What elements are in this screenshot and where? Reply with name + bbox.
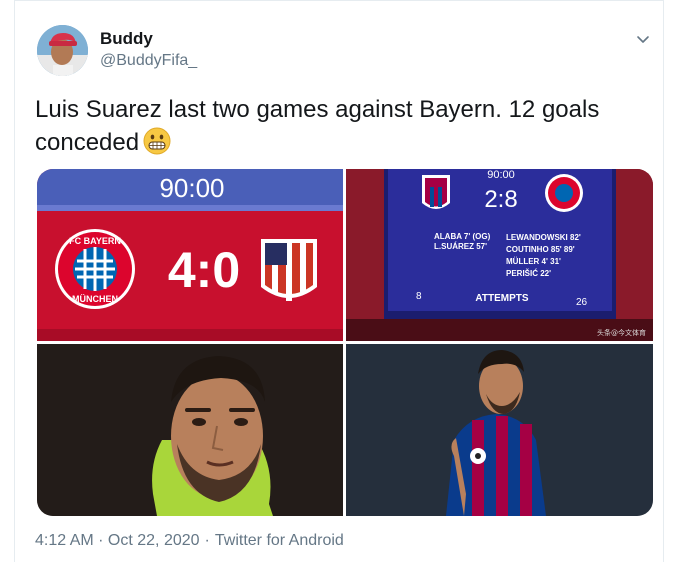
photo-scoreboard-4-0[interactable]: 90:00 FC BAYERN MÜNCHEN 4:0 xyxy=(37,169,343,341)
display-name[interactable]: Buddy xyxy=(100,29,153,49)
tweet-text-content: Luis Suarez last two games against Bayer… xyxy=(35,96,600,156)
score-label-1: 4:0 xyxy=(168,242,240,298)
score-label-2: 2:8 xyxy=(484,186,517,213)
away-scorer-4: PERIŠIĆ 22' xyxy=(506,269,551,278)
away-scorer-2: COUTINHO 85' 89' xyxy=(506,245,575,254)
avatar[interactable] xyxy=(37,25,88,76)
away-scorer-1: LEWANDOWSKI 82' xyxy=(506,233,581,242)
tweet-source-link[interactable]: Twitter for Android xyxy=(215,532,344,550)
away-scorer-3: MÜLLER 4' 31' xyxy=(506,257,561,266)
home-badge-text-bottom: MÜNCHEN xyxy=(72,294,118,304)
clock-label-2: 90:00 xyxy=(487,169,515,181)
grimacing-face-icon xyxy=(143,127,171,155)
watermark: 头条@今文体育 xyxy=(597,328,646,337)
away-attempts: 26 xyxy=(576,297,588,308)
home-attempts: 8 xyxy=(416,291,422,302)
photo-suarez-barcelona-kit[interactable] xyxy=(346,344,653,516)
photo-scoreboard-2-8[interactable]: 90:00 2:8 ALABA 7' (OG) L.SUÁREZ 57' LEW… xyxy=(346,169,653,341)
clock-label-1: 90:00 xyxy=(159,173,224,203)
home-scorer-1: ALABA 7' (OG) xyxy=(434,232,491,241)
tweet-timestamp[interactable]: 4:12 AM · Oct 22, 2020 xyxy=(35,532,200,550)
tweet-meta: 4:12 AM · Oct 22, 2020 · Twitter for Andro… xyxy=(35,532,344,550)
home-scorer-2: L.SUÁREZ 57' xyxy=(434,242,487,251)
meta-separator: · xyxy=(204,532,210,549)
home-badge-text-top: FC BAYERN xyxy=(69,236,121,246)
photo-suarez-closeup[interactable] xyxy=(37,344,343,516)
chevron-down-icon[interactable] xyxy=(635,31,651,47)
media-grid[interactable]: 90:00 FC BAYERN MÜNCHEN 4:0 90:00 2:8 AL… xyxy=(37,169,653,516)
tweet-card[interactable]: Buddy @BuddyFifa_ Luis Suarez last two g… xyxy=(14,0,664,562)
tweet-text: Luis Suarez last two games against Bayer… xyxy=(35,93,635,159)
user-handle[interactable]: @BuddyFifa_ xyxy=(100,52,197,70)
attempts-label: ATTEMPTS xyxy=(475,293,528,304)
